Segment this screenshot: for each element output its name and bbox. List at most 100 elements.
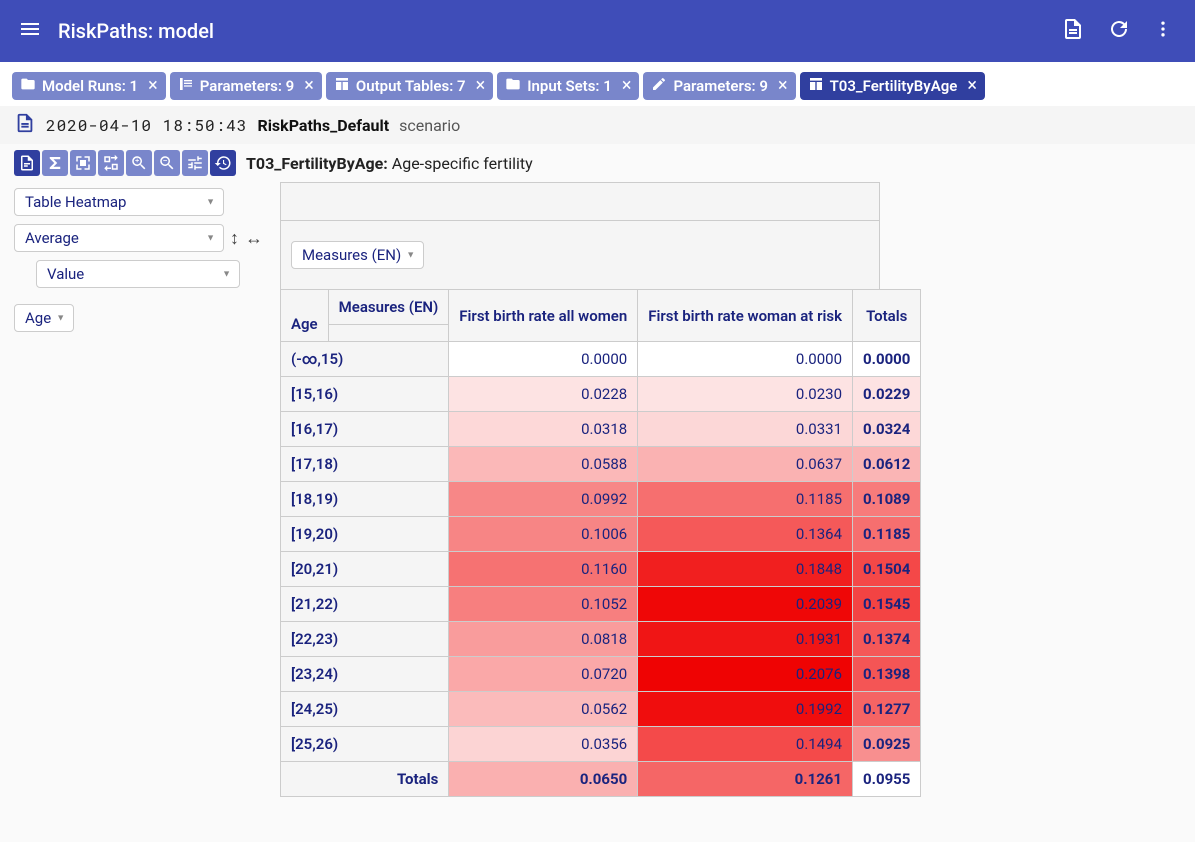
param-icon xyxy=(178,76,194,96)
table-row: [24,25)0.05620.19920.1277 xyxy=(281,692,921,727)
app-bar: RiskPaths: model xyxy=(0,0,1195,62)
tab-label: Parameters: 9 xyxy=(200,77,295,95)
cell: 0.0818 xyxy=(449,622,638,657)
row-label: [24,25) xyxy=(281,692,449,727)
more-vertical-icon xyxy=(1153,19,1173,39)
table-title: T03_FertilityByAge: Age-specific fertili… xyxy=(246,154,533,173)
table-row: (-∞,15)0.00000.00000.0000 xyxy=(281,342,921,377)
tab-bar: Model Runs: 1×Parameters: 9×Output Table… xyxy=(0,62,1195,106)
view-mode-select[interactable]: Table Heatmap xyxy=(14,188,224,216)
tb-notes-button[interactable] xyxy=(14,150,40,176)
app-title: RiskPaths: model xyxy=(58,19,1061,43)
run-info: 2020-04-10 18:50:43 RiskPaths_Default sc… xyxy=(0,106,1195,144)
cell: 0.0637 xyxy=(638,447,853,482)
more-button[interactable] xyxy=(1153,19,1173,43)
aggregation-select[interactable]: Average xyxy=(14,224,224,252)
refresh-button[interactable] xyxy=(1107,17,1131,45)
tb-zoomin-button[interactable] xyxy=(126,150,152,176)
cell: 0.0000 xyxy=(638,342,853,377)
table-row: [25,26)0.03560.14940.0925 xyxy=(281,727,921,762)
col-dim-label: Measures (EN) xyxy=(302,246,401,264)
row-label: [21,22) xyxy=(281,587,449,622)
zoom-out-icon xyxy=(158,154,176,172)
cell: 0.1848 xyxy=(638,552,853,587)
tab-0[interactable]: Model Runs: 1 × xyxy=(12,72,166,100)
cell: 0.2039 xyxy=(638,587,853,622)
pencil-icon xyxy=(651,76,667,96)
cell: 0.1494 xyxy=(638,727,853,762)
col-dim-header: Measures (EN) xyxy=(328,290,449,325)
row-label: [25,26) xyxy=(281,727,449,762)
run-scenario-label: scenario xyxy=(399,116,460,135)
tb-swap-button[interactable] xyxy=(98,150,124,176)
col-dim-select[interactable]: Measures (EN) xyxy=(291,241,424,269)
totals-cell: 0.1261 xyxy=(638,762,853,797)
tb-reset-button[interactable] xyxy=(210,150,236,176)
close-icon[interactable]: × xyxy=(476,77,486,95)
view-mode-label: Table Heatmap xyxy=(25,193,126,211)
refresh-icon xyxy=(1107,17,1131,41)
cell: 0.1931 xyxy=(638,622,853,657)
cell: 0.0562 xyxy=(449,692,638,727)
cell: 0.1398 xyxy=(853,657,921,692)
table-row: [19,20)0.10060.13640.1185 xyxy=(281,517,921,552)
table-toolbar: T03_FertilityByAge: Age-specific fertili… xyxy=(0,144,1195,182)
document-button[interactable] xyxy=(1061,17,1085,45)
row-label: [15,16) xyxy=(281,377,449,412)
run-timestamp: 2020-04-10 18:50:43 xyxy=(46,115,247,136)
cell: 0.0720 xyxy=(449,657,638,692)
cell: 0.1185 xyxy=(638,482,853,517)
row-label: [16,17) xyxy=(281,412,449,447)
expand-horizontal-button[interactable]: ↔ xyxy=(245,228,263,249)
folder-icon xyxy=(20,76,36,96)
close-icon[interactable]: × xyxy=(622,77,632,95)
cell: 0.0992 xyxy=(449,482,638,517)
run-name: RiskPaths_Default xyxy=(257,116,389,135)
cell: 0.1545 xyxy=(853,587,921,622)
sigma-icon xyxy=(46,154,64,172)
document-icon xyxy=(1061,17,1085,41)
aggregation-label: Average xyxy=(25,229,79,247)
value-source-select[interactable]: Value xyxy=(36,260,240,288)
expand-vertical-button[interactable]: ↕ xyxy=(230,228,239,249)
tab-5[interactable]: T03_FertilityByAge× xyxy=(800,72,985,100)
cell: 0.1006 xyxy=(449,517,638,552)
cell: 0.0612 xyxy=(853,447,921,482)
tab-label: Model Runs: 1 xyxy=(42,77,138,95)
row-label: [17,18) xyxy=(281,447,449,482)
tb-sigma-button[interactable] xyxy=(42,150,68,176)
tb-settings-button[interactable] xyxy=(182,150,208,176)
tab-1[interactable]: Parameters: 9 × xyxy=(170,72,322,100)
cell: 0.1052 xyxy=(449,587,638,622)
cell: 0.0228 xyxy=(449,377,638,412)
row-dim-select[interactable]: Age xyxy=(14,304,74,332)
close-icon[interactable]: × xyxy=(778,77,788,95)
table-row: [21,22)0.10520.20390.1545 xyxy=(281,587,921,622)
tb-copy-button[interactable] xyxy=(70,150,96,176)
row-label: [23,24) xyxy=(281,657,449,692)
close-icon[interactable]: × xyxy=(148,77,158,95)
tab-4[interactable]: Parameters: 9× xyxy=(643,72,795,100)
run-doc-icon xyxy=(14,112,36,138)
table-row: [16,17)0.03180.03310.0324 xyxy=(281,412,921,447)
cell: 0.0925 xyxy=(853,727,921,762)
tab-3[interactable]: Input Sets: 1 × xyxy=(497,72,639,100)
table-row: [20,21)0.11600.18480.1504 xyxy=(281,552,921,587)
cell: 0.1089 xyxy=(853,482,921,517)
row-dim-header: Age xyxy=(281,290,329,342)
tab-label: Input Sets: 1 xyxy=(527,77,612,95)
cell: 0.0000 xyxy=(449,342,638,377)
totals-label: Totals xyxy=(281,762,449,797)
close-icon[interactable]: × xyxy=(967,77,977,95)
document-icon xyxy=(18,154,36,172)
tab-2[interactable]: Output Tables: 7× xyxy=(326,72,493,100)
close-icon[interactable]: × xyxy=(304,77,314,95)
menu-button[interactable] xyxy=(18,17,42,45)
col-header-1: First birth rate woman at risk xyxy=(638,290,853,342)
totals-row: Totals0.06500.12610.0955 xyxy=(281,762,921,797)
table-row: [22,23)0.08180.19310.1374 xyxy=(281,622,921,657)
totals-cell: 0.0650 xyxy=(449,762,638,797)
tb-zoomout-button[interactable] xyxy=(154,150,180,176)
cell: 0.1277 xyxy=(853,692,921,727)
swap-axes-icon xyxy=(102,154,120,172)
